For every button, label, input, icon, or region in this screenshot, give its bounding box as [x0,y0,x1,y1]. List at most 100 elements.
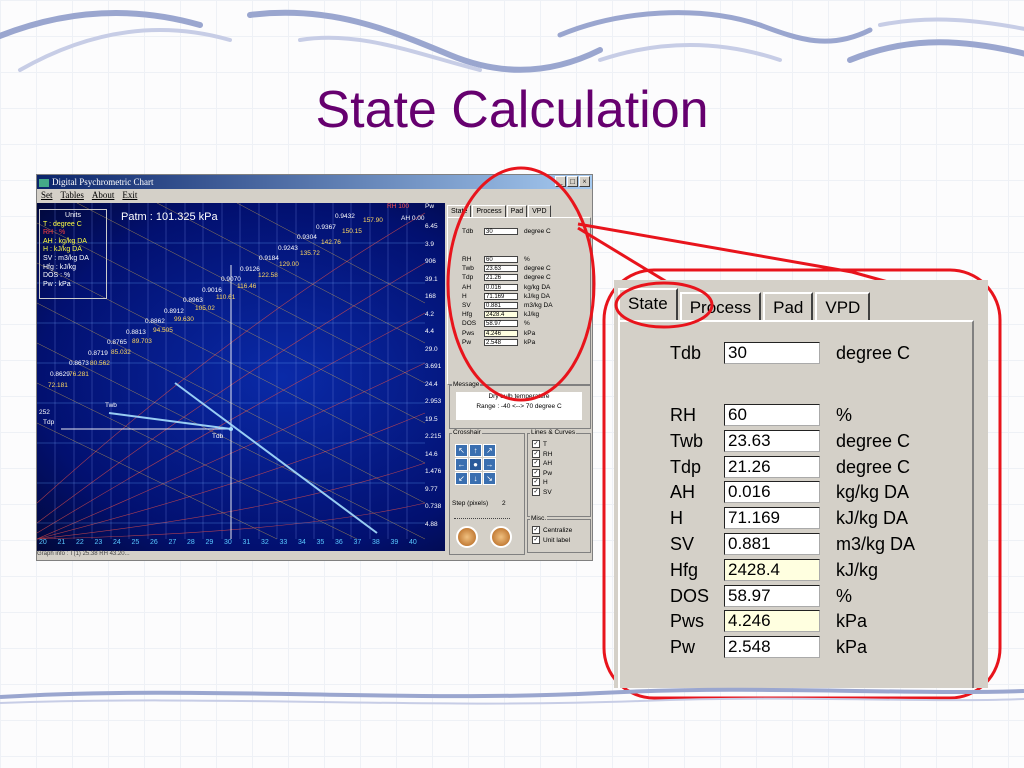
zoom-input-hfg[interactable]: 2428.4 [724,558,820,581]
state-input-ah[interactable]: 0.016 [484,283,518,291]
h-label: 142.76 [321,239,341,246]
step-label: Step (pixels) [452,500,489,507]
right-scale-label: 3.9 [425,240,435,248]
arrow-down-right-icon[interactable]: ↘ [483,472,496,485]
menu-about[interactable]: About [92,189,115,202]
close-button[interactable]: × [579,176,590,187]
zoom-input-tdb[interactable]: 30 [724,342,820,364]
state-input-rh[interactable]: 60 [484,256,518,263]
zoom-input-pw[interactable]: 2.548 [724,636,820,659]
state-tab-body: Tdb 30 degree C RH 60% Twb 23.63 degree C Tdp 21.… [447,217,591,385]
x-tick-label: 24 [113,539,121,546]
arrow-down-left-icon[interactable]: ↙ [455,472,468,485]
state-unit: % [524,256,530,263]
sv-label: 0.8719 [88,349,108,357]
lines-curves-checkbox[interactable]: ✓ Pw [532,468,553,478]
zoom-input-dos[interactable]: 58.97 [724,584,820,607]
right-scale-label: 168 [425,293,436,300]
lines-curves-checkbox[interactable]: ✓ SV [532,487,552,497]
zoom-input-tdp[interactable]: 21.26 [724,455,820,478]
lines-curves-checkbox[interactable]: ✓ RH [532,449,552,459]
x-tick-label: 26 [150,539,158,546]
arrow-down-icon[interactable]: ↓ [469,472,482,485]
zoom-label: Pw [670,637,696,658]
tdb-label: Tdb [212,433,224,440]
sv-label: 0.8813 [126,328,146,336]
zoom-input-pws[interactable]: 4.246 [724,610,820,633]
center-icon[interactable]: ● [469,458,482,471]
state-row-pws: Pws 4.246 kPa [462,329,592,338]
h-label: 76.281 [69,371,89,378]
state-label: DOS [462,320,477,328]
state-row-hfg: Hfg 2428.4 kJ/kg [462,311,592,319]
misc-title: Misc. [530,515,548,522]
units-item: T : degree C [43,220,82,228]
lines-curves-checkbox[interactable]: ✓ H [532,478,548,487]
lines-curves-label: Pw [543,469,553,477]
decorative-swirl-bottom [0,687,1024,705]
right-scale-label: 2.215 [425,433,442,440]
arrow-right-icon[interactable]: → [483,458,496,471]
arrow-up-right-icon[interactable]: ↗ [483,444,496,457]
decorative-swirl-top [0,9,1024,73]
arrow-up-left-icon[interactable]: ↖ [455,444,468,457]
zoom-input-rh[interactable]: 60 [724,404,820,426]
round-button-right[interactable] [490,526,512,548]
right-scale-label: 0.738 [425,503,442,510]
right-scale-label: RH 100 [387,203,410,210]
checkbox-icon: ✓ [532,535,540,544]
zoom-tab-pad[interactable]: Pad [763,292,814,322]
step-slider[interactable] [454,512,510,519]
misc-checkbox[interactable]: ✓ Centralize [532,526,572,535]
right-scale-label: 6.45 [425,223,438,230]
zoom-row-pw: Pw 2.548 kPa [670,636,970,659]
arrow-left-icon[interactable]: ← [455,458,468,471]
zoom-tab-state[interactable]: State [618,288,678,322]
units-item: H : kJ/kg DA [43,246,82,254]
checkbox-icon: ✓ [532,526,540,535]
misc-checkbox[interactable]: ✓ Unit label [532,535,570,545]
menu-tables[interactable]: Tables [61,189,84,202]
psychrometric-chart[interactable]: Units T : degree C RH : % AH : kg/kg DA H :… [37,203,445,551]
state-input-hfg[interactable]: 2428.4 [484,311,518,319]
lines-curves-checkbox[interactable]: ✓ T [532,440,547,449]
state-input-sv[interactable]: 0.881 [484,302,518,309]
zoom-row-pws: Pws 4.246 kPa [670,610,970,633]
zoom-input-ah[interactable]: 0.016 [724,481,820,504]
state-input-pws[interactable]: 4.246 [484,329,518,337]
sv-label: 0.9367 [316,223,336,231]
state-row-ah: AH 0.016 kg/kg DA [462,283,592,292]
state-label: H [462,292,467,300]
sv-label: 0.9184 [259,255,279,262]
zoom-row-ah: AH 0.016 kg/kg DA [670,481,970,504]
sv-label: 0.8862 [145,318,165,325]
round-button-left[interactable] [456,526,478,548]
sv-label: 0.9016 [202,286,222,294]
lines-curves-checkbox[interactable]: ✓ AH [532,459,552,468]
zoom-input-twb[interactable]: 23.63 [724,429,820,452]
menu-set[interactable]: Set [41,189,53,202]
arrow-up-icon[interactable]: ↑ [469,444,482,457]
right-scale-label: Pw [425,203,435,210]
right-scale-label: 39.1 [425,275,438,283]
state-input-tdb[interactable]: 30 [484,228,518,235]
state-row-tdp: Tdp 21.26 degree C [462,274,592,282]
zoom-tab-vpd[interactable]: VPD [815,292,871,322]
state-row-twb: Twb 23.63 degree C [462,265,592,273]
zoom-input-sv[interactable]: 0.881 [724,533,820,555]
menu-exit[interactable]: Exit [122,189,137,202]
zoom-input-h[interactable]: 71.169 [724,507,820,530]
state-input-twb[interactable]: 23.63 [484,265,518,273]
state-input-pw[interactable]: 2.548 [484,338,518,346]
minimize-button[interactable]: _ [555,176,566,187]
zoom-tab-process[interactable]: Process [679,292,762,322]
state-input-tdp[interactable]: 21.26 [484,274,518,282]
window-titlebar[interactable]: Digital Psychrometric Chart _ □ × [37,175,592,189]
state-input-dos[interactable]: 58.97 [484,320,518,328]
state-input-h[interactable]: 71.169 [484,292,518,300]
maximize-button[interactable]: □ [567,176,578,187]
state-row-rh: RH 60% [462,256,592,264]
right-scale-label: 2.953 [425,398,442,405]
state-unit: kJ/kg [524,311,540,319]
state-label: Twb [462,265,474,273]
